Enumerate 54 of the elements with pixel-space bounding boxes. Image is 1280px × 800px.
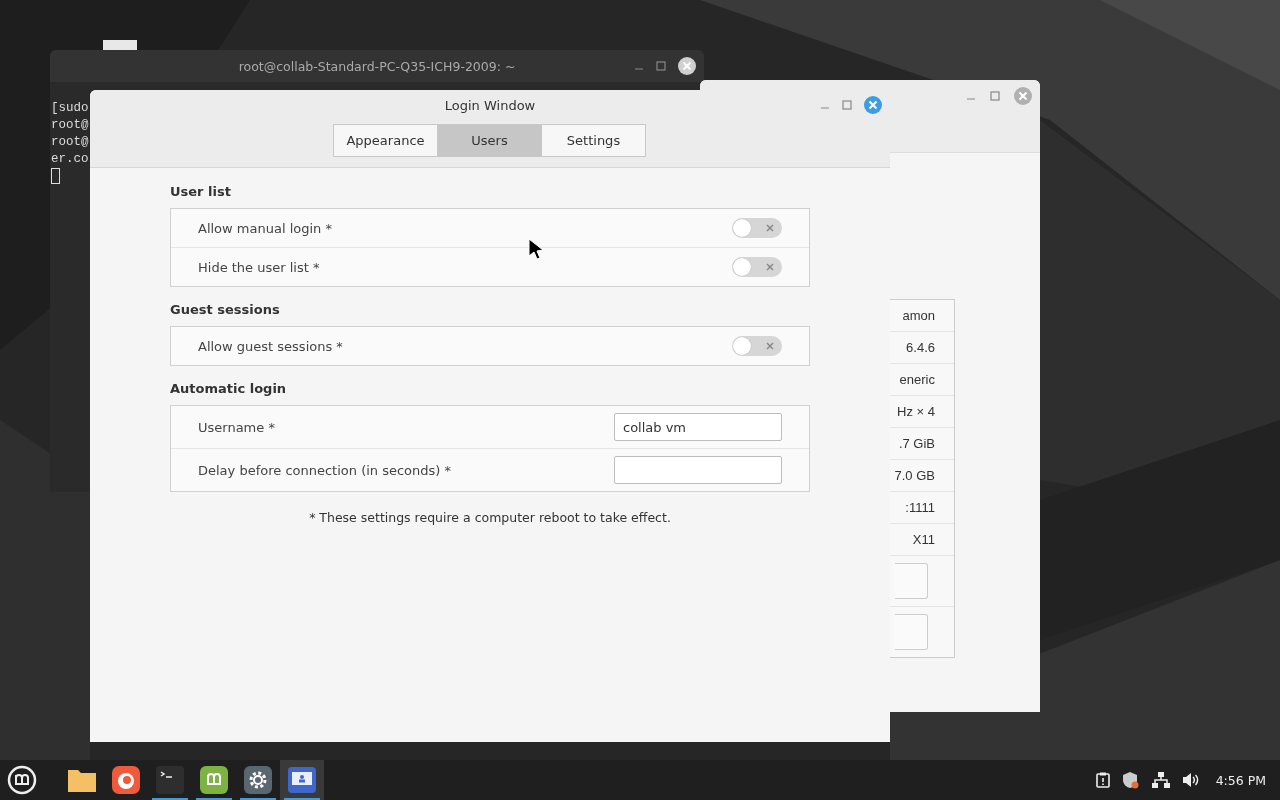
toggle-switch[interactable] [732,218,782,238]
window-title: root@collab-Standard-PC-Q35-ICH9-2009: ~ [238,58,516,74]
info-value: Hz × 4 [897,404,935,419]
mint-menu-icon[interactable] [7,765,37,795]
maximize-icon[interactable] [990,91,1000,101]
setting-label: Hide the user list * [198,259,320,275]
reboot-note: * These settings require a computer reboot to take effect. [309,510,671,525]
mouse-cursor-icon [528,238,544,260]
terminal-line: er.co [51,151,89,168]
setting-label: Allow guest sessions * [198,338,343,354]
maximize-icon[interactable] [842,100,852,110]
toggle-switch[interactable] [732,336,782,356]
clock[interactable]: 4:56 PM [1215,772,1266,788]
mint-logo-icon[interactable] [200,766,228,794]
settings-icon[interactable] [244,766,272,794]
close-icon[interactable] [678,57,696,75]
shield-icon[interactable] [1121,771,1140,789]
terminal-cursor [51,168,60,184]
info-value: X11 [912,532,935,547]
setting-label: Allow manual login * [198,220,332,236]
input-field[interactable] [614,456,782,484]
terminal-line: root@ [51,134,89,151]
info-button[interactable] [895,563,928,599]
volume-icon[interactable] [1181,772,1200,788]
browser-icon[interactable] [112,766,140,794]
section-heading: Guest sessions [170,302,280,317]
setting-label: Delay before connection (in seconds) * [198,462,452,478]
terminal-line: root@ [51,117,89,134]
network-icon[interactable] [1151,772,1170,788]
section-heading: Automatic login [170,381,287,396]
section-heading: User list [170,184,231,199]
x-icon [764,222,776,234]
folder-icon[interactable] [67,767,97,793]
info-value: eneric [899,372,935,387]
input-field[interactable]: collab vm [614,413,782,441]
tab[interactable]: Users [437,124,542,157]
terminal-line: [sudo [51,100,89,117]
info-value: 7.0 GB [894,468,935,483]
login-window-icon[interactable] [288,767,316,793]
window-title: Login Window [444,98,536,113]
toggle-switch[interactable] [732,257,782,277]
setting-label: Username * [198,419,275,435]
x-icon [764,340,776,352]
info-value: :1111 [905,500,935,515]
tab[interactable]: Settings [541,124,646,157]
info-value: 6.4.6 [906,340,935,355]
info-value: .7 GiB [898,436,935,451]
info-value: amon [902,308,935,323]
clipboard-alert-icon[interactable] [1095,772,1110,788]
info-button[interactable] [895,614,928,650]
x-icon [764,261,776,273]
maximize-icon[interactable] [656,61,666,71]
tab[interactable]: Appearance [333,124,438,157]
terminal-icon[interactable] [156,766,184,794]
